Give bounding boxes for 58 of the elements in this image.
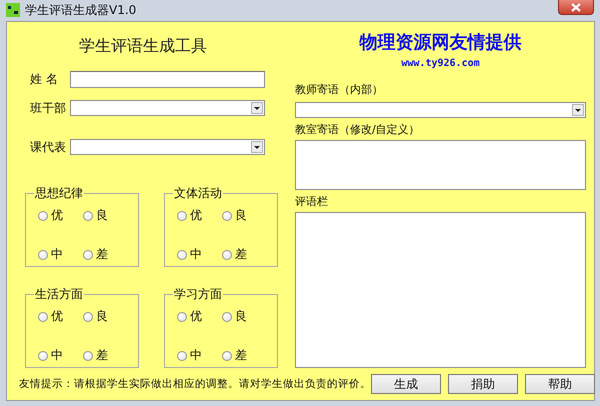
radio-button[interactable] — [83, 312, 93, 322]
dropdown-field[interactable] — [70, 139, 265, 155]
dropdown-field[interactable] — [295, 102, 586, 118]
text-area[interactable] — [295, 140, 586, 190]
name-field[interactable] — [70, 70, 265, 88]
radio-label: 差 — [96, 347, 108, 364]
group-title: 学习方面 — [173, 286, 223, 303]
action-button[interactable]: 帮助 — [525, 374, 595, 394]
radio-label: 优 — [190, 308, 202, 325]
field-label: 评语栏 — [295, 194, 329, 209]
radio-label: 中 — [190, 347, 202, 364]
radio-button[interactable] — [177, 350, 187, 360]
radio-label: 优 — [51, 207, 63, 224]
close-button[interactable] — [558, 0, 594, 15]
radio-label: 中 — [51, 246, 63, 263]
window-title: 学生评语生成器V1.0 — [25, 2, 136, 18]
radio-button[interactable] — [38, 312, 48, 322]
field-label: 课代表 — [29, 138, 67, 156]
radio-label: 差 — [96, 246, 108, 263]
radio-button[interactable] — [83, 250, 93, 260]
radio-label: 优 — [190, 207, 202, 224]
radio-button[interactable] — [83, 210, 93, 220]
field-label: 教室寄语（修改/自定义） — [295, 122, 421, 137]
radio-label: 良 — [235, 308, 247, 325]
field-label: 教师寄语（内部） — [295, 82, 384, 97]
website-url: www.ty926.com — [400, 58, 481, 69]
radio-button[interactable] — [177, 312, 187, 322]
app-heading: 学生评语生成工具 — [78, 36, 208, 57]
radio-label: 良 — [96, 207, 108, 224]
hint-text: 友情提示：请根据学生实际做出相应的调整。请对学生做出负责的评价。 — [19, 377, 371, 391]
dropdown-field[interactable] — [70, 100, 265, 116]
radio-label: 差 — [235, 347, 247, 364]
radio-label: 中 — [190, 246, 202, 263]
group-title: 生活方面 — [34, 286, 84, 303]
action-button[interactable]: 生成 — [371, 374, 441, 394]
radio-button[interactable] — [177, 250, 187, 260]
radio-button[interactable] — [222, 210, 232, 220]
radio-label: 差 — [235, 246, 247, 263]
radio-button[interactable] — [38, 250, 48, 260]
radio-label: 良 — [96, 308, 108, 325]
radio-button[interactable] — [38, 350, 48, 360]
radio-button[interactable] — [222, 250, 232, 260]
app-icon — [6, 3, 20, 17]
radio-button[interactable] — [222, 350, 232, 360]
radio-button[interactable] — [177, 210, 187, 220]
radio-button[interactable] — [222, 312, 232, 322]
radio-button[interactable] — [83, 350, 93, 360]
group-title: 文体活动 — [173, 185, 223, 202]
radio-label: 中 — [51, 347, 63, 364]
field-label: 班干部 — [29, 100, 67, 116]
radio-label: 良 — [235, 207, 247, 224]
radio-button[interactable] — [38, 210, 48, 220]
group-title: 思想纪律 — [34, 185, 84, 202]
field-label: 姓 名 — [29, 70, 59, 88]
radio-label: 优 — [51, 308, 63, 325]
sponsor-title: 物理资源网友情提供 — [358, 31, 522, 54]
action-button[interactable]: 捐助 — [448, 374, 518, 394]
close-icon — [571, 2, 581, 12]
